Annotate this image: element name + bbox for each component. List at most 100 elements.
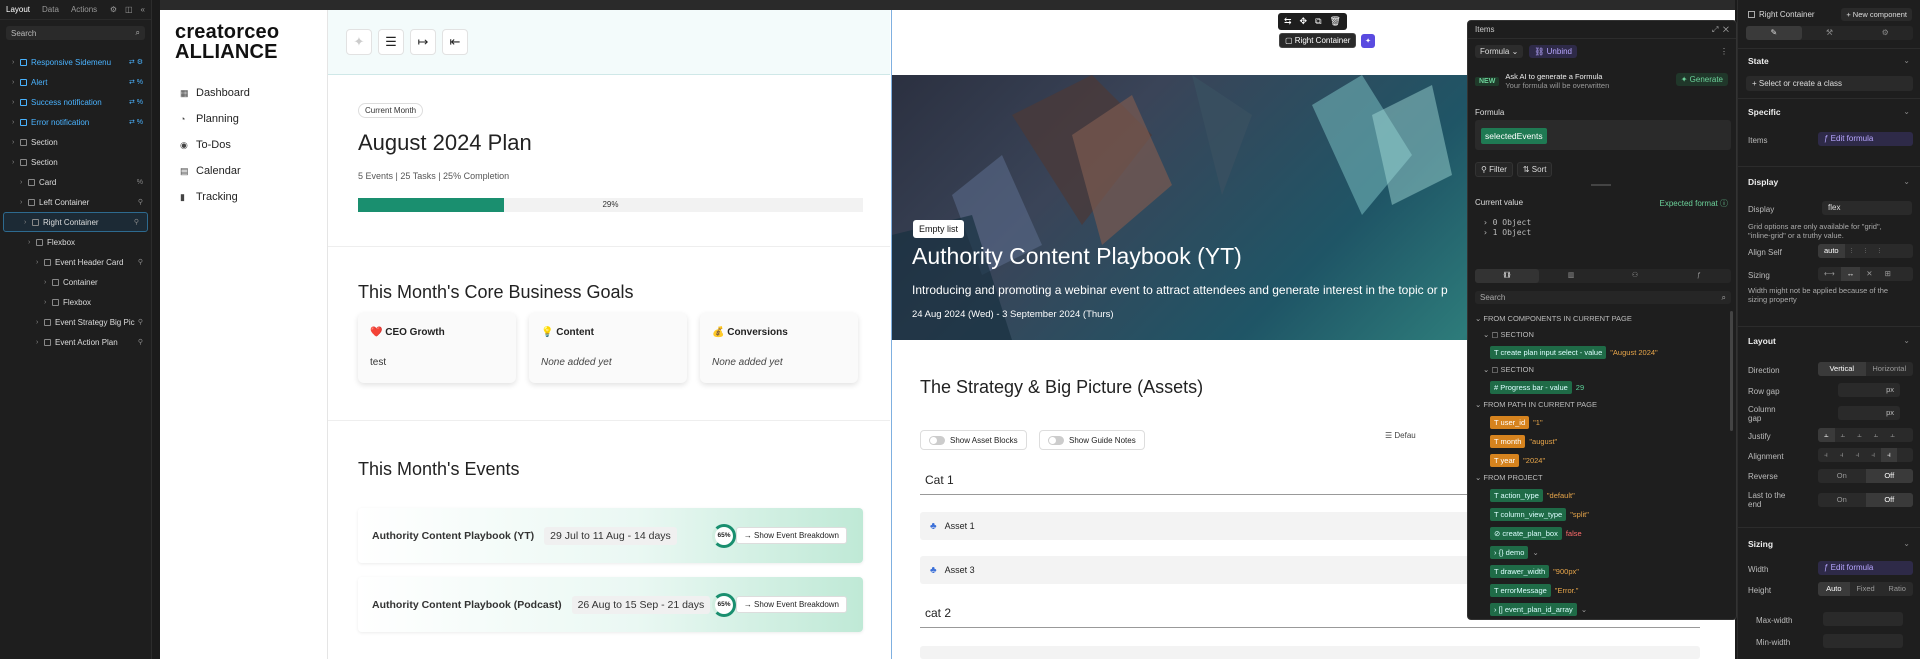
tab-data[interactable]: Data	[42, 5, 59, 14]
state-section[interactable]: State	[1748, 56, 1769, 66]
selected-element-badge[interactable]: ▢ Right Container	[1279, 33, 1357, 48]
collapse-left-button[interactable]: ⇤	[442, 29, 468, 55]
chevron-right-icon[interactable]: ›	[12, 139, 20, 146]
site-nav-item-calendar[interactable]: ▤ Calendar	[180, 158, 250, 184]
variable-tag[interactable]: T action_type	[1490, 489, 1543, 502]
current-value-item[interactable]: › 0 Object	[1483, 218, 1531, 227]
min-width-input[interactable]	[1823, 634, 1903, 648]
alignment-control[interactable]: ⫞ ⫞ ⫞ ⫞ ⫞	[1818, 448, 1913, 462]
tab-components[interactable]: ⚇	[1603, 269, 1667, 283]
variable-tag[interactable]: T errorMessage	[1490, 584, 1551, 597]
layout-section[interactable]: Layout	[1748, 336, 1776, 346]
new-component-button[interactable]: + New component	[1841, 8, 1912, 21]
event-row[interactable]: Authority Content Playbook (Podcast) 26 A…	[358, 577, 863, 632]
sizing-section[interactable]: Sizing	[1748, 539, 1773, 549]
direction-control[interactable]: Vertical Horizontal	[1818, 362, 1913, 376]
menu-button[interactable]: ☰	[378, 29, 404, 55]
variable-group-header[interactable]: ⌄ FROM PROJECT	[1475, 473, 1543, 482]
variable-tag[interactable]: › [] event_plan_id_array	[1490, 603, 1577, 616]
tab-functions[interactable]: ƒ	[1667, 269, 1731, 283]
show-asset-blocks-toggle[interactable]: Show Asset Blocks	[920, 430, 1027, 450]
variable-tag[interactable]: T year	[1490, 454, 1520, 467]
filter-button[interactable]: ⚲ Filter	[1475, 162, 1513, 177]
variable-group-header[interactable]: ⌄ FROM COMPONENTS IN CURRENT PAGE	[1475, 314, 1632, 323]
variable-tag[interactable]: T user_id	[1490, 416, 1530, 429]
variable-group-header[interactable]: ⌄ FROM PATH IN CURRENT PAGE	[1475, 400, 1597, 409]
show-event-breakdown-button[interactable]: → Show Event Breakdown	[735, 527, 847, 544]
display-select[interactable]: flex	[1822, 201, 1912, 215]
variable-tag[interactable]: T create plan input select - value	[1490, 346, 1607, 359]
expand-close-icons[interactable]: ⤢ ✕	[1712, 25, 1729, 35]
tab-collections[interactable]: ▥	[1539, 269, 1603, 283]
show-event-breakdown-button[interactable]: → Show Event Breakdown	[735, 596, 847, 613]
workflow-tab-icon[interactable]: ⚙	[1857, 26, 1913, 40]
formula-editor[interactable]: selectedEvents	[1475, 120, 1731, 150]
event-row[interactable]: Authority Content Playbook (YT) 29 Jul to…	[358, 508, 863, 563]
layer-tree-item[interactable]: › Flexbox	[0, 292, 151, 312]
chevron-right-icon[interactable]: ›	[36, 319, 44, 326]
formula-dropdown[interactable]: Formula ⌄	[1475, 45, 1524, 58]
formula-value-token[interactable]: selectedEvents	[1481, 128, 1547, 144]
chevron-right-icon[interactable]: ›	[36, 259, 44, 266]
collapse-icon[interactable]: «	[141, 5, 145, 14]
display-section[interactable]: Display	[1748, 177, 1778, 187]
justify-control[interactable]: ⫠ ⫠ ⫠ ⫠ ⫠	[1818, 428, 1913, 442]
last-to-end-control[interactable]: On Off	[1818, 493, 1913, 507]
chevron-right-icon[interactable]: ›	[28, 239, 36, 246]
variable-item[interactable]: › {} demo ⌄	[1490, 546, 1539, 559]
current-value-item[interactable]: › 1 Object	[1483, 228, 1531, 237]
asset-row[interactable]	[920, 646, 1700, 659]
chevron-right-icon[interactable]: ›	[20, 199, 28, 206]
variable-item[interactable]: T month "august"	[1490, 435, 1557, 448]
chevron-right-icon[interactable]: ›	[12, 79, 20, 86]
layer-tree-item[interactable]: › Success notification ⇄ %	[0, 92, 151, 112]
sizing-control[interactable]: ⟷ ↔ ✕ ⊞	[1818, 267, 1913, 281]
chevron-right-icon[interactable]: ›	[12, 99, 20, 106]
component-badge[interactable]: ✦	[1361, 34, 1375, 48]
chevron-right-icon[interactable]: ›	[36, 339, 44, 346]
variable-tag[interactable]: T drawer_width	[1490, 565, 1550, 578]
chevron-down-icon[interactable]: ⌄	[1903, 177, 1910, 186]
show-guide-notes-toggle[interactable]: Show Guide Notes	[1039, 430, 1145, 450]
goal-card[interactable]: 💰 Conversions None added yet	[700, 313, 858, 383]
variable-item[interactable]: T column_view_type "split"	[1490, 508, 1589, 521]
chevron-right-icon[interactable]: ›	[12, 119, 20, 126]
delete-icon[interactable]: 🗑	[1330, 16, 1341, 27]
tab-actions[interactable]: Actions	[71, 5, 97, 14]
chevron-down-icon[interactable]: ⌄	[1903, 107, 1910, 116]
default-view-button[interactable]: ☰ Defau	[1385, 431, 1416, 440]
variable-search-input[interactable]: Search ⌕	[1475, 291, 1731, 304]
layer-tree-item[interactable]: › Flexbox	[0, 232, 151, 252]
layer-tree-item[interactable]: › Right Container ⚲	[3, 212, 148, 232]
variable-tag[interactable]: › {} demo	[1490, 546, 1529, 559]
scrollbar[interactable]	[1730, 311, 1733, 431]
layer-tree-item[interactable]: › Event Action Plan ⚲	[0, 332, 151, 352]
chevron-right-icon[interactable]: ›	[44, 279, 52, 286]
height-control[interactable]: Auto Fixed Ratio	[1818, 582, 1913, 596]
layer-tree-item[interactable]: › Container	[0, 272, 151, 292]
variable-item[interactable]: ⊘ create_plan_box false	[1490, 527, 1582, 540]
chevron-right-icon[interactable]: ›	[24, 219, 32, 226]
chevron-down-icon[interactable]: ⌄	[1903, 56, 1910, 65]
goal-card[interactable]: 💡 Content None added yet	[529, 313, 687, 383]
specific-section[interactable]: Specific	[1748, 107, 1781, 117]
variable-subgroup-header[interactable]: ⌄ ▢ SECTION	[1483, 330, 1534, 339]
site-nav-item-tracking[interactable]: ▮ Tracking	[180, 184, 250, 210]
chevron-right-icon[interactable]: ›	[20, 179, 28, 186]
layer-tree-item[interactable]: › Section	[0, 152, 151, 172]
move-icon[interactable]: ✥	[1300, 16, 1308, 27]
layer-tree-item[interactable]: › Card%	[0, 172, 151, 192]
reverse-control[interactable]: On Off	[1818, 469, 1913, 483]
goal-card[interactable]: ❤️ CEO Growth test	[358, 313, 516, 383]
layer-tree-item[interactable]: › Section	[0, 132, 151, 152]
layer-tree-item[interactable]: › Alert ⇄ %	[0, 72, 151, 92]
duplicate-icon[interactable]: ⧉	[1315, 16, 1321, 27]
chevron-down-icon[interactable]: ⌄	[1903, 336, 1910, 345]
expected-format-link[interactable]: Expected format ⓘ	[1660, 198, 1728, 209]
variable-tag[interactable]: ⊘ create_plan_box	[1490, 527, 1562, 540]
chevron-right-icon[interactable]: ›	[12, 59, 20, 66]
variable-item[interactable]: # Progress bar - value 29	[1490, 381, 1584, 394]
tab-variables[interactable]: ⟪⟫	[1475, 269, 1539, 283]
variable-tag[interactable]: T column_view_type	[1490, 508, 1567, 521]
row-gap-input[interactable]: px	[1838, 383, 1900, 397]
